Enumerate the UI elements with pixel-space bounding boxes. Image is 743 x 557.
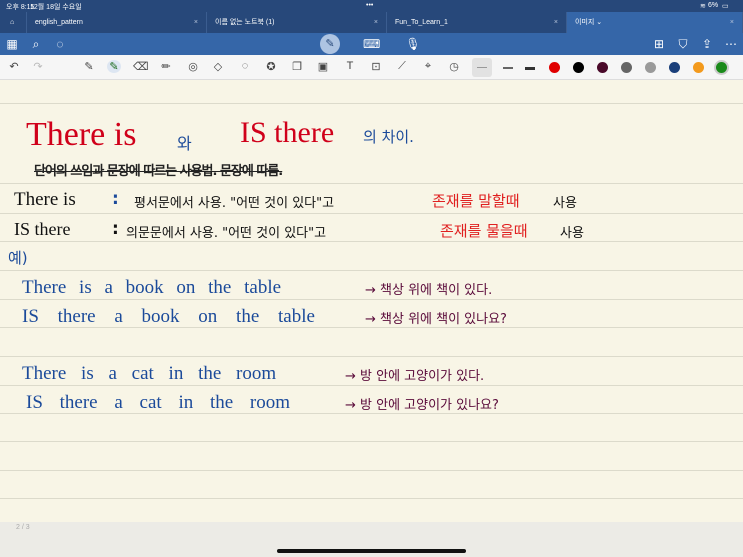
example-korean: → 방 안에 고양이가 있나요? <box>345 398 499 413</box>
color-red[interactable] <box>549 62 560 73</box>
tab-label: 이미지 ⌄ <box>575 19 603 26</box>
notebook-page[interactable]: There is 와 IS there 의 차이. 단어의 쓰임과 문장에 따르… <box>0 80 743 522</box>
title-difference: 의 차이. <box>363 128 414 146</box>
color-orange[interactable] <box>693 62 704 73</box>
color-maroon[interactable] <box>597 62 608 73</box>
share-icon[interactable]: ⇪ <box>699 36 715 52</box>
stroke-medium-button[interactable] <box>503 67 513 69</box>
grid-icon[interactable]: ▦ <box>4 36 20 52</box>
close-icon[interactable]: × <box>554 12 558 33</box>
bookmark-icon[interactable]: ⛉ <box>675 36 691 52</box>
wifi-icon: ≋ <box>700 3 706 10</box>
row-tail: 사용 <box>560 226 584 241</box>
redo-icon[interactable]: ↷ <box>31 60 45 73</box>
color-navy[interactable] <box>669 62 680 73</box>
lasso-tool-icon[interactable]: ◌ <box>238 60 252 72</box>
color-black[interactable] <box>573 62 584 73</box>
row-highlight: 존재를 말할때 <box>432 192 520 210</box>
highlighter-tool-icon[interactable]: ✎ <box>107 60 121 73</box>
row-colon: : <box>112 189 119 209</box>
home-icon: ⌂ <box>10 19 15 26</box>
battery-level: 6% <box>708 2 719 9</box>
shapes-icon[interactable]: ◇ <box>211 60 225 73</box>
eraser-icon[interactable]: ⌫ <box>133 60 149 73</box>
status-bar: 오후 8:15 12월 18일 수요일 ••• ≋ 6% ▭ <box>0 0 743 12</box>
stroke-thin-button[interactable] <box>472 58 492 77</box>
pen-tool-icon[interactable]: ✎ <box>82 60 96 73</box>
clock-icon[interactable]: ◷ <box>447 60 461 73</box>
main-toolbar: ▦ ⌕ ◌ ✎ ⌨ 🎙 ⊞ ⛉ ⇪ ⋯ <box>0 33 743 55</box>
laser-pointer-icon[interactable]: ⌖ <box>421 60 435 73</box>
tab-english-pattern[interactable]: english_pattern × <box>27 12 207 33</box>
shape-tool-icon[interactable]: ◎ <box>186 60 200 73</box>
status-date: 12월 18일 수요일 <box>30 4 82 11</box>
title-is-there: IS there <box>240 116 335 149</box>
close-icon[interactable]: × <box>374 12 378 33</box>
pen-mode-button[interactable]: ✎ <box>320 34 340 54</box>
example-english: IS there a book on the table <box>22 306 315 327</box>
close-icon[interactable]: × <box>730 12 734 33</box>
row-colon: : <box>112 219 119 239</box>
keyboard-icon[interactable]: ⌨ <box>363 36 380 52</box>
sticker-icon[interactable]: ✪ <box>264 60 278 73</box>
tab-image[interactable]: 이미지 ⌄ × <box>567 12 743 33</box>
example-english: IS there a cat in the room <box>26 392 291 413</box>
image-icon[interactable]: ▣ <box>316 60 330 73</box>
example-english: There is a cat in the room <box>22 363 277 384</box>
more-icon[interactable]: ⋯ <box>723 36 739 52</box>
tab-fun-to-learn[interactable]: Fun_To_Learn_1 × <box>387 12 567 33</box>
microphone-icon[interactable]: 🎙 <box>405 36 421 52</box>
ruler-icon[interactable]: ⟋ <box>395 60 409 73</box>
title-wa: 와 <box>177 134 192 153</box>
lasso-icon[interactable]: ◌ <box>52 36 68 52</box>
row-body: 의문문에서 사용. "어떤 것이 있다"고 <box>126 226 327 241</box>
home-tab[interactable]: ⌂ <box>0 12 27 33</box>
row-body: 평서문에서 사용. "어떤 것이 있다"고 <box>134 196 335 211</box>
tab-label: english_pattern <box>35 19 83 26</box>
example-label: 예) <box>8 249 28 267</box>
page-number: 2 / 3 <box>16 524 30 531</box>
camera-icon[interactable]: ⊡ <box>369 60 383 73</box>
tab-bar: ⌂ english_pattern × 이름 없는 노트북 (1) × Fun_To… <box>0 12 743 33</box>
example-korean: → 책상 위에 책이 있나요? <box>365 312 507 327</box>
add-page-icon[interactable]: ⊞ <box>651 36 667 52</box>
tab-untitled-notebook[interactable]: 이름 없는 노트북 (1) × <box>207 12 387 33</box>
example-english: There is a book on the table <box>22 277 282 298</box>
color-gray[interactable] <box>645 62 656 73</box>
example-korean: → 책상 위에 책이 있다. <box>365 283 493 298</box>
battery-icon: ▭ <box>722 3 729 10</box>
scribbled-text: 단어의 쓰임과 문장에 따르는 사용법. 문장에 따름. <box>34 164 283 179</box>
pencil-icon[interactable]: ✏ <box>159 60 173 73</box>
multitask-dots-icon[interactable]: ••• <box>366 2 373 9</box>
title-there-is: There is <box>26 116 137 153</box>
row-tail: 사용 <box>553 196 577 211</box>
tab-label: Fun_To_Learn_1 <box>395 19 448 26</box>
search-icon[interactable]: ⌕ <box>28 36 44 52</box>
drawing-toolbar: ↶ ↷ ✎ ✎ ⌫ ✏ ◎ ◇ ◌ ✪ ❐ ▣ T ⊡ ⟋ ⌖ ◷ <box>0 55 743 80</box>
close-icon[interactable]: × <box>194 12 198 33</box>
undo-icon[interactable]: ↶ <box>7 60 21 73</box>
row-highlight: 존재를 물을때 <box>440 222 528 240</box>
stroke-thick-button[interactable] <box>525 67 535 70</box>
color-dark-gray[interactable] <box>621 62 632 73</box>
row-head: There is <box>14 189 76 210</box>
example-korean: → 방 안에 고양이가 있다. <box>345 369 485 384</box>
home-indicator[interactable] <box>277 549 466 553</box>
color-green-selected[interactable] <box>716 62 727 73</box>
element-icon[interactable]: ❐ <box>290 60 304 73</box>
row-head: IS there <box>14 219 71 239</box>
text-box-icon[interactable]: T <box>343 60 357 72</box>
tab-label: 이름 없는 노트북 (1) <box>215 19 275 26</box>
